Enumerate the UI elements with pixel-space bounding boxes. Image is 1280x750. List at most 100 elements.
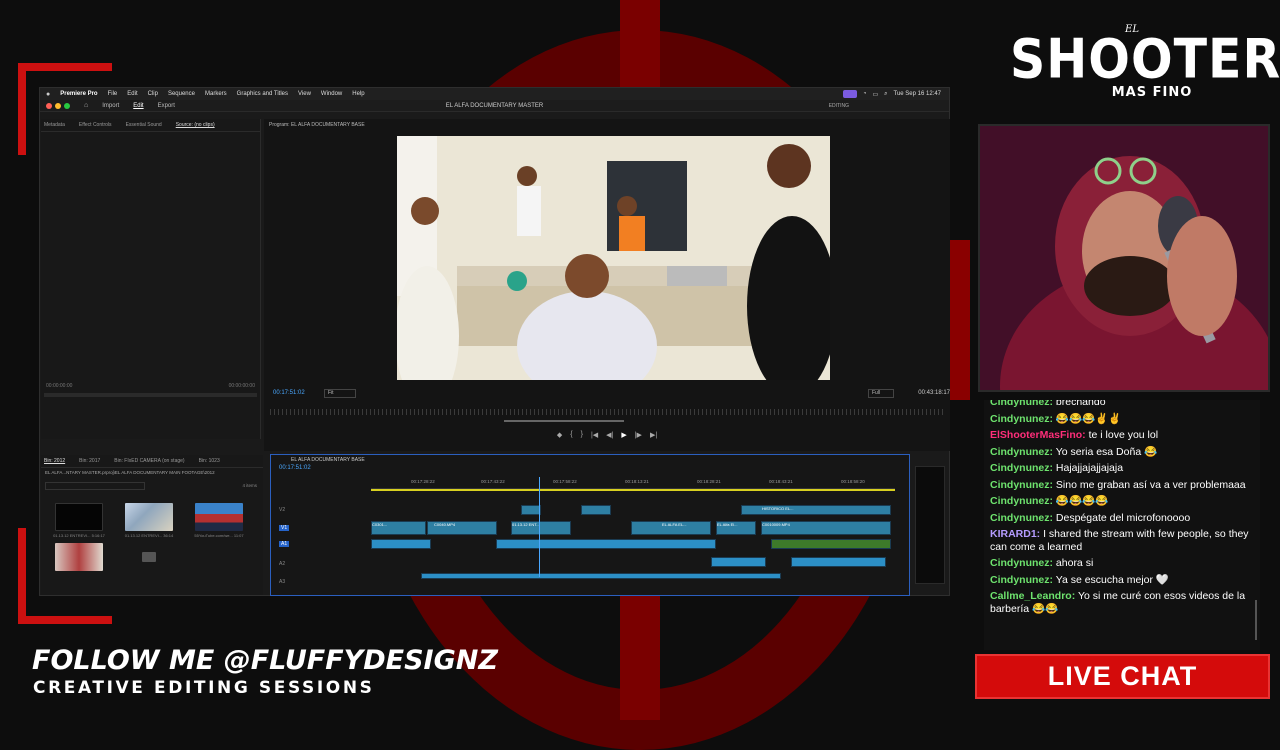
program-current-tc[interactable]: 00:17:51:02 — [273, 390, 305, 396]
play-button[interactable]: ▶ — [621, 431, 626, 439]
project-clip[interactable]: 55YouTube.com/we... 11:07 — [189, 503, 249, 538]
track-header-v1[interactable]: V1 — [275, 523, 367, 533]
tab-source[interactable]: Source: (no clips) — [176, 122, 215, 128]
program-time-ruler[interactable] — [270, 409, 944, 415]
ruler-label: 00:18:43:21 — [769, 479, 793, 484]
menu-graphics[interactable]: Graphics and Titles — [237, 91, 288, 97]
channel-logo: EL SHOOTER MAS FINO — [1010, 24, 1280, 100]
menu-view[interactable]: View — [298, 91, 311, 97]
chat-scrollbar[interactable] — [1255, 600, 1257, 640]
timeline-ruler[interactable]: 00:17:28:22 00:17:43:22 00:17:58:22 00:1… — [371, 479, 895, 489]
program-title[interactable]: Program: EL ALFA DOCUMENTARY BASE — [264, 119, 950, 131]
track-a1-row — [371, 539, 895, 549]
chat-username: Cindynunez: — [990, 495, 1053, 507]
audio-clip[interactable] — [771, 539, 891, 549]
tab-bin-1023[interactable]: Bin: 1023 — [199, 458, 220, 464]
timeline-clip[interactable] — [581, 505, 611, 515]
audio-clip[interactable] — [791, 557, 886, 567]
timeline-clip[interactable]: C0040.MP4 — [427, 521, 497, 535]
chat-message: Cindynunez: 😂😂😂✌️✌️ — [984, 411, 1260, 428]
transport-controls: ◆ { } |◀ ◀| ▶ |▶ ▶| — [264, 431, 950, 439]
clip-duration: 36:14 — [163, 533, 174, 538]
track-v2-row: HISTORICO EL... — [371, 505, 895, 515]
workspace-mode[interactable]: EDITING — [829, 103, 849, 109]
project-search-input[interactable] — [45, 482, 145, 490]
clip-name: 55YouTube.com/we... — [194, 533, 233, 538]
program-monitor: Program: EL ALFA DOCUMENTARY BASE 00:17:… — [264, 119, 950, 451]
timeline-clip[interactable] — [521, 505, 541, 515]
add-marker-button[interactable]: ◆ — [557, 431, 562, 439]
program-zoom-scrollbar[interactable] — [504, 420, 624, 422]
menu-clock: Tue Sep 16 12:47 — [893, 91, 941, 97]
menu-sequence[interactable]: Sequence — [168, 91, 195, 97]
chat-username: Cindynunez: — [990, 400, 1053, 408]
timeline-clip[interactable]: EL ALFA EL... — [631, 521, 711, 535]
app-name[interactable]: Premiere Pro — [60, 91, 97, 97]
audio-clip[interactable] — [371, 539, 431, 549]
tab-metadata[interactable]: Metadata — [44, 122, 65, 128]
chat-text: brechando — [1055, 400, 1106, 408]
go-to-in-button[interactable]: |◀ — [591, 431, 598, 439]
track-label: V1 — [279, 525, 290, 531]
chat-username: Callme_Leandro: — [990, 590, 1076, 602]
tab-essential-sound[interactable]: Essential Sound — [126, 122, 162, 128]
timeline-playhead[interactable] — [539, 477, 540, 577]
timeline-clip[interactable]: C0010009.MP4 — [761, 521, 891, 535]
tab-effect-controls[interactable]: Effect Controls — [79, 122, 112, 128]
tab-bin-2017[interactable]: Bin: 2017 — [79, 458, 100, 464]
menu-markers[interactable]: Markers — [205, 91, 227, 97]
source-tc-left: 00:00:00:00 — [46, 383, 73, 389]
track-header-v2[interactable]: V2 — [275, 505, 367, 515]
ruler-label: 00:18:28:21 — [697, 479, 721, 484]
ruler-label: 00:17:28:22 — [411, 479, 435, 484]
follow-banner: FOLLOW ME @FLUFFYDESIGNZ — [32, 645, 498, 676]
program-video-frame[interactable] — [397, 136, 830, 380]
go-to-out-button[interactable]: ▶| — [650, 431, 657, 439]
track-header-a1[interactable]: A1 — [275, 539, 367, 549]
menu-clip[interactable]: Clip — [148, 91, 158, 97]
wifi-icon[interactable]: ◔ — [863, 91, 867, 97]
project-clip[interactable]: 01.13.12 ENTREVI... 5:16:17 — [49, 503, 109, 538]
project-clip[interactable] — [119, 543, 179, 573]
search-icon[interactable]: ⌕ — [884, 91, 887, 98]
track-header-a2[interactable]: A2 — [275, 559, 367, 569]
menu-edit[interactable]: Edit — [127, 91, 137, 97]
battery-icon[interactable]: ▭ — [872, 91, 878, 98]
project-clip[interactable]: 01.13.12 ENTREVI... 36:14 — [119, 503, 179, 538]
mark-out-button[interactable]: } — [581, 431, 583, 439]
source-timebar[interactable] — [44, 393, 257, 397]
chat-text: Sino me graban así va a ver problemaaa — [1055, 478, 1246, 491]
audio-clip[interactable] — [711, 557, 766, 567]
chat-username: Cindynunez: — [990, 511, 1053, 524]
audio-clip[interactable] — [496, 539, 716, 549]
target-bar-bottom — [620, 596, 660, 720]
side-stripe — [950, 240, 970, 400]
menu-window[interactable]: Window — [321, 91, 342, 97]
timeline-clip[interactable]: HISTORICO EL... — [741, 505, 891, 515]
step-forward-button[interactable]: |▶ — [635, 431, 642, 439]
menu-help[interactable]: Help — [352, 91, 364, 97]
creative-subtitle: CREATIVE EDITING SESSIONS — [33, 678, 375, 698]
chat-username: Cindynunez: — [990, 557, 1053, 569]
work-area-bar[interactable] — [371, 489, 895, 491]
chat-username: Cindynunez: — [990, 573, 1053, 586]
track-label: A3 — [279, 579, 286, 585]
tab-bin-2012[interactable]: Bin: 2012 — [44, 458, 65, 464]
timeline-clip[interactable]: C0301... — [371, 521, 426, 535]
webcam-image — [980, 126, 1268, 390]
tab-bin-fixed-camera[interactable]: Bin: FIxED CAMERA (on stage) — [114, 458, 184, 464]
timeline-clip[interactable]: EL Alfa El... — [716, 521, 756, 535]
menu-file[interactable]: File — [108, 91, 118, 97]
mark-in-button[interactable]: { — [570, 431, 572, 439]
timeline-current-tc[interactable]: 00:17:51:02 — [279, 465, 311, 471]
step-back-button[interactable]: ◀| — [606, 431, 613, 439]
timeline-sequence-tab[interactable]: EL ALFA DOCUMENTARY BASE — [271, 455, 909, 465]
zoom-fit-select[interactable]: Fit — [324, 389, 356, 398]
status-pill-icon[interactable] — [842, 90, 857, 98]
apple-icon[interactable]: ● — [46, 91, 50, 98]
track-header-a3[interactable]: A3 — [275, 577, 367, 587]
timeline-clip[interactable]: 01.13.12 ENT... — [511, 521, 571, 535]
playback-resolution-select[interactable]: Full — [868, 389, 894, 398]
project-clip[interactable] — [49, 543, 109, 573]
audio-clip[interactable] — [421, 573, 781, 579]
